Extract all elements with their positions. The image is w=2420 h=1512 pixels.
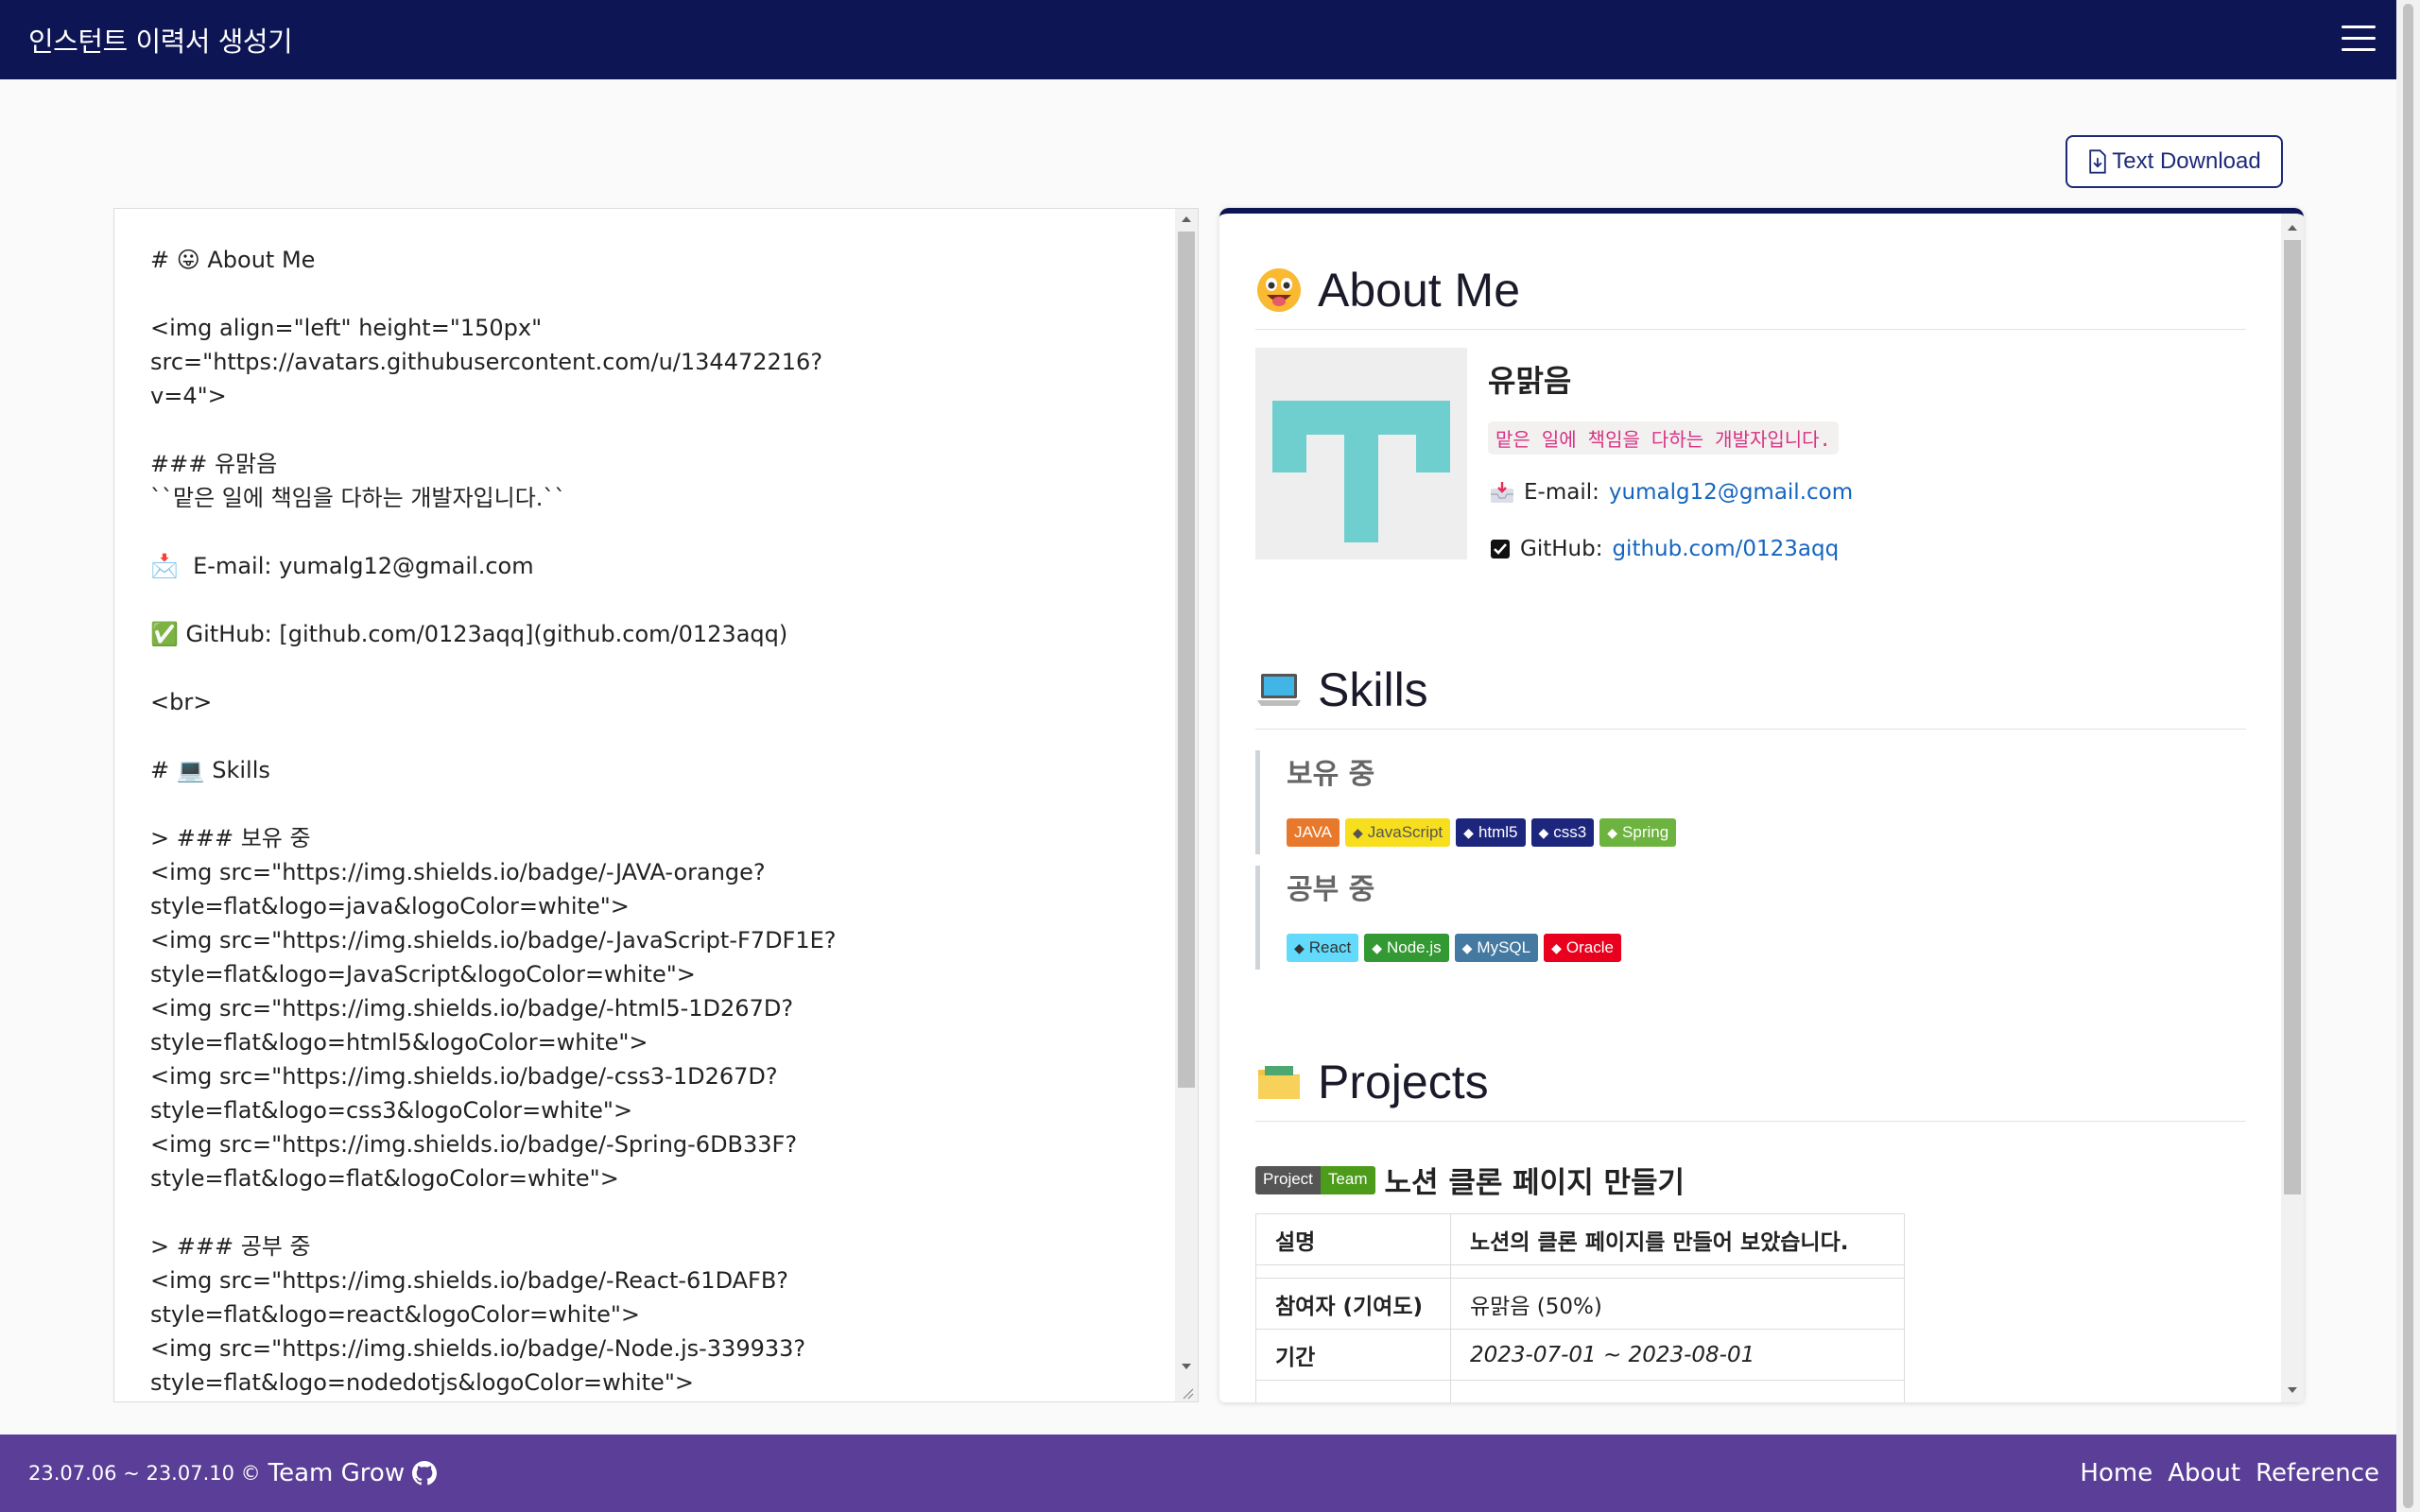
skill-badge-mysql: ◆ MySQL xyxy=(1454,934,1539,962)
resize-handle-icon[interactable] xyxy=(1181,1386,1194,1400)
github-icon[interactable] xyxy=(412,1461,438,1486)
skills-have-badges: JAVA ◆ JavaScript ◆ html5 ◆ css3 ◆ Spring xyxy=(1287,818,1677,847)
top-navbar: 인스턴트 이력서 생성기 xyxy=(0,0,2396,79)
js-icon: ◆ xyxy=(1353,824,1363,840)
markdown-editor[interactable]: # 😛 About Me <img align="left" height="1… xyxy=(113,208,1199,1402)
skill-badge-java: JAVA xyxy=(1287,818,1340,847)
projects-heading: Projects xyxy=(1255,1055,2246,1122)
skill-badge-oracle: ◆ Oracle xyxy=(1544,934,1621,962)
hamburger-menu-icon[interactable] xyxy=(2342,26,2376,54)
table-row: 설명 노션의 클론 페이지를 만들어 보았습니다. xyxy=(1255,1213,1905,1265)
editor-scrollbar[interactable] xyxy=(1175,209,1198,1401)
skill-badge-spring: ◆ Spring xyxy=(1599,818,1677,847)
email-link[interactable]: yumalg12@gmail.com xyxy=(1609,480,1853,505)
project-name: 노션 클론 페이지 만들기 xyxy=(1384,1166,1685,1200)
preview-scrollbar[interactable] xyxy=(2281,214,2304,1402)
github-line: GitHub: github.com/0123aqq xyxy=(1490,537,1839,561)
laptop-icon xyxy=(1257,674,1301,706)
skill-badge-javascript: ◆ JavaScript xyxy=(1345,818,1451,847)
skills-heading: Skills xyxy=(1255,662,2246,730)
tongue-face-icon xyxy=(1257,268,1301,312)
footer-copyright: 23.07.06 ~ 23.07.10 © Team Grow xyxy=(28,1459,438,1487)
skills-study-block: 공부 중 ◆ React ◆ Node.js ◆ MySQL ◆ Oracle xyxy=(1255,866,1621,970)
react-icon: ◆ xyxy=(1294,939,1305,955)
table-row: 기간 2023-07-01 ~ 2023-08-01 xyxy=(1255,1329,1905,1381)
github-link[interactable]: github.com/0123aqq xyxy=(1612,537,1839,561)
page-scrollbar[interactable] xyxy=(2396,0,2420,1512)
project-info-table: 설명 노션의 클론 페이지를 만들어 보았습니다. 참여자 (기여도) 유맑음 … xyxy=(1255,1213,1905,1402)
checkbox-checked-icon xyxy=(1491,540,1510,558)
skills-study-badges: ◆ React ◆ Node.js ◆ MySQL ◆ Oracle xyxy=(1287,934,1621,962)
mysql-icon: ◆ xyxy=(1461,939,1473,955)
skills-study-heading: 공부 중 xyxy=(1287,873,1375,906)
css3-icon: ◆ xyxy=(1538,824,1549,840)
footer-link-reference[interactable]: Reference xyxy=(2256,1459,2379,1487)
download-label: Text Download xyxy=(2112,148,2261,174)
footer-team: Team Grow xyxy=(268,1459,406,1487)
table-row xyxy=(1255,1380,1905,1402)
project-team-badge: Project Team xyxy=(1255,1165,1375,1194)
about-heading: About Me xyxy=(1255,263,2246,330)
avatar xyxy=(1255,348,1467,559)
folder-icon xyxy=(1258,1066,1300,1099)
footer-period: 23.07.06 ~ 23.07.10 © xyxy=(28,1462,261,1485)
email-line: E-mail: yumalg12@gmail.com xyxy=(1490,480,1853,505)
skill-badge-node-js: ◆ Node.js xyxy=(1364,934,1449,962)
resume-preview: About Me 유맑음 맡은 일에 책임을 다하는 개발자입니다. E-mai… xyxy=(1219,208,2304,1402)
inbox-tray-icon xyxy=(1491,482,1513,503)
skill-badge-html5: ◆ html5 xyxy=(1456,818,1526,847)
html5-icon: ◆ xyxy=(1463,824,1474,840)
skill-badge-react: ◆ React xyxy=(1287,934,1359,962)
skill-badge-css3: ◆ css3 xyxy=(1530,818,1595,847)
oracle-icon: ◆ xyxy=(1551,939,1562,955)
app-title[interactable]: 인스턴트 이력서 생성기 xyxy=(28,20,293,60)
footer-link-home[interactable]: Home xyxy=(2080,1459,2152,1487)
footer-link-about[interactable]: About xyxy=(2168,1459,2240,1487)
project-title: Project Team 노션 클론 페이지 만들기 xyxy=(1255,1159,1685,1201)
nodejs-icon: ◆ xyxy=(1372,939,1382,955)
skills-have-block: 보유 중 JAVA ◆ JavaScript ◆ html5 ◆ css3 ◆ Spring xyxy=(1255,750,1677,854)
text-download-button[interactable]: Text Download xyxy=(2066,135,2283,188)
file-download-icon xyxy=(2089,149,2106,174)
editor-content[interactable]: # 😛 About Me <img align="left" height="1… xyxy=(150,243,1152,1400)
spring-icon: ◆ xyxy=(1607,824,1618,840)
footer-links: Home About Reference xyxy=(2080,1459,2379,1487)
profile-name: 유맑음 xyxy=(1488,363,1572,399)
skills-have-heading: 보유 중 xyxy=(1287,758,1375,791)
footer: 23.07.06 ~ 23.07.10 © Team Grow Home Abo… xyxy=(0,1435,2396,1512)
profile-tagline: 맡은 일에 책임을 다하는 개발자입니다. xyxy=(1488,421,1839,455)
table-row: 참여자 (기여도) 유맑음 (50%) xyxy=(1255,1278,1905,1330)
